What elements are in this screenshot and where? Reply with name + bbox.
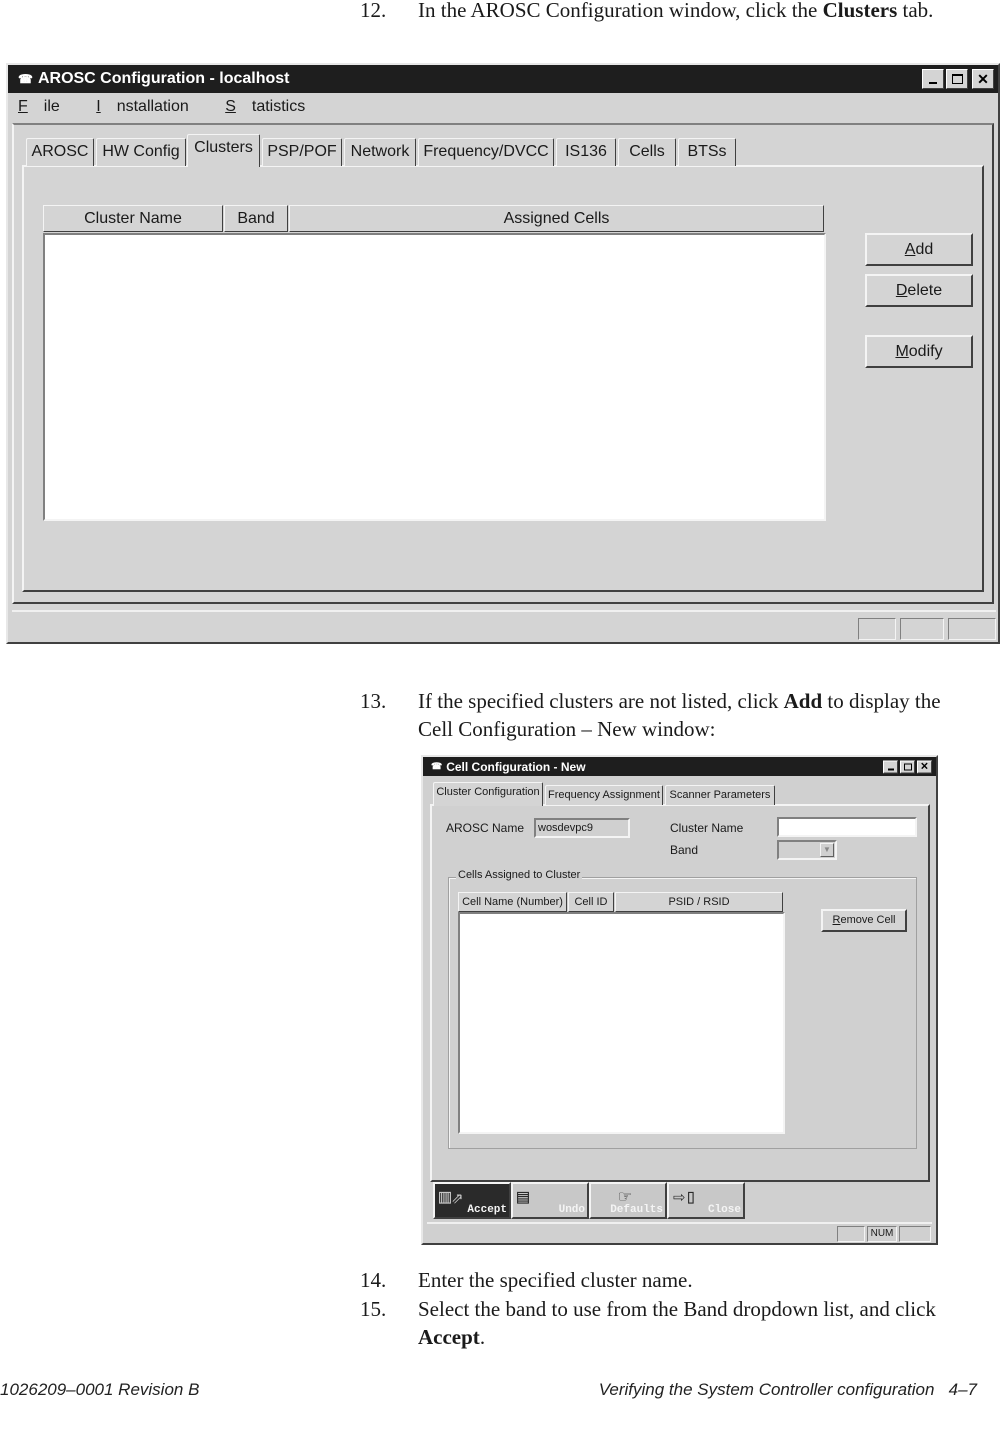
step-number: 15.	[360, 1297, 387, 1321]
tab-clusters[interactable]: Clusters	[187, 134, 260, 167]
band-dropdown[interactable]: ▼	[777, 840, 837, 860]
accept-button[interactable]: ▥⇗ Accept	[433, 1182, 511, 1219]
column-header-cell-name[interactable]: Cell Name (Number)	[458, 892, 567, 912]
status-panel	[899, 1226, 931, 1242]
step-text: In the AROSC Configuration window, click…	[418, 0, 934, 22]
undo-button[interactable]: ▤ Undo	[511, 1182, 589, 1219]
title-bar: ☎ AROSC Configuration - localhost ✕	[8, 65, 998, 93]
close-icon: ✕	[977, 70, 989, 87]
column-header-cell-id[interactable]: Cell ID	[568, 892, 614, 912]
phone-icon: ☎	[431, 761, 443, 771]
maximize-button[interactable]	[946, 69, 968, 89]
band-label: Band	[670, 843, 699, 857]
window-title: AROSC Configuration - localhost	[37, 70, 290, 87]
close-button[interactable]: ✕	[972, 69, 994, 89]
arosc-name-label: AROSC Name	[446, 821, 525, 835]
step-text: Enter the specified cluster name.	[418, 1268, 693, 1292]
step-number: 12.	[360, 0, 387, 22]
tab-psp-pof[interactable]: PSP/POF	[262, 138, 342, 166]
maximize-icon	[951, 74, 963, 84]
cells-list[interactable]	[458, 912, 785, 1134]
column-header-cluster-name[interactable]: Cluster Name	[43, 205, 223, 232]
tab-is136[interactable]: IS136	[556, 138, 616, 166]
delete-button[interactable]: Delete	[865, 274, 973, 307]
menu-installation[interactable]: Installation	[96, 98, 205, 115]
cluster-name-label: Cluster Name	[670, 821, 744, 835]
step-number: 13.	[360, 689, 387, 713]
footer-page-title: Verifying the System Controller configur…	[598, 1380, 977, 1399]
tab-hw-config[interactable]: HW Config	[96, 138, 186, 166]
tab-frequency-dvcc[interactable]: Frequency/DVCC	[418, 138, 554, 166]
status-panel	[900, 618, 944, 640]
column-header-band[interactable]: Band	[224, 205, 288, 232]
accept-icon: ▥⇗	[439, 1187, 464, 1210]
remove-cell-button[interactable]: Remove Cell	[821, 909, 907, 932]
tab-scanner-parameters[interactable]: Scanner Parameters	[665, 785, 775, 805]
minimize-button[interactable]	[883, 760, 898, 773]
status-num-indicator: NUM	[867, 1226, 897, 1242]
tab-network[interactable]: Network	[344, 138, 416, 166]
close-icon: ✕	[920, 761, 929, 772]
status-bar	[12, 610, 996, 640]
status-bar: NUM	[427, 1222, 932, 1242]
status-panel	[858, 618, 896, 640]
clusters-list[interactable]	[43, 233, 826, 521]
window-title: Cell Configuration - New	[446, 759, 586, 774]
step-text: Select the band to use from the Band dro…	[418, 1297, 936, 1349]
status-panel	[948, 618, 996, 640]
defaults-button[interactable]: ☞ Defaults	[589, 1182, 667, 1219]
exit-door-icon: ⇨▯	[673, 1187, 698, 1210]
maximize-button[interactable]	[900, 760, 915, 773]
add-button[interactable]: Add	[865, 233, 973, 266]
maximize-icon	[903, 763, 912, 770]
tab-cluster-configuration[interactable]: Cluster Configuration	[433, 782, 543, 806]
tab-btss[interactable]: BTSs	[678, 138, 736, 166]
cluster-name-input[interactable]	[777, 817, 917, 837]
footer-doc-number: 1026209–0001 Revision B	[0, 1380, 200, 1399]
close-button[interactable]: ✕	[917, 760, 932, 773]
group-label: Cells Assigned to Cluster	[456, 869, 583, 881]
minimize-icon	[929, 82, 937, 84]
arosc-name-field: wosdevpc9	[534, 818, 630, 838]
cell-configuration-window: ☎ Cell Configuration - New ✕ Cluster Con…	[421, 755, 938, 1245]
title-bar: ☎ Cell Configuration - New ✕	[423, 757, 936, 776]
minimize-button[interactable]	[922, 69, 944, 89]
tab-cells[interactable]: Cells	[618, 138, 676, 166]
status-panel	[837, 1226, 865, 1242]
menu-bar: File Installation Statistics	[18, 98, 337, 116]
chevron-down-icon[interactable]: ▼	[820, 843, 834, 857]
step-text: If the specified clusters are not listed…	[418, 689, 941, 741]
arosc-configuration-window: ☎ AROSC Configuration - localhost ✕ File…	[6, 63, 1000, 644]
column-header-assigned-cells[interactable]: Assigned Cells	[289, 205, 824, 232]
menu-file[interactable]: File	[18, 98, 76, 115]
undo-icon: ▤	[517, 1187, 530, 1210]
step-number: 14.	[360, 1268, 387, 1292]
toolbar: ▥⇗ Accept ▤ Undo ☞ Defaults ⇨▯ Close	[433, 1182, 745, 1219]
minimize-icon	[887, 768, 894, 771]
column-header-psid-rsid[interactable]: PSID / RSID	[615, 892, 783, 912]
tab-frequency-assignment[interactable]: Frequency Assignment	[545, 785, 663, 805]
modify-button[interactable]: Modify	[865, 335, 973, 368]
menu-statistics[interactable]: Statistics	[225, 98, 321, 115]
tab-arosc[interactable]: AROSC	[26, 138, 94, 166]
phone-icon: ☎	[18, 72, 33, 86]
close-toolbar-button[interactable]: ⇨▯ Close	[667, 1182, 745, 1219]
